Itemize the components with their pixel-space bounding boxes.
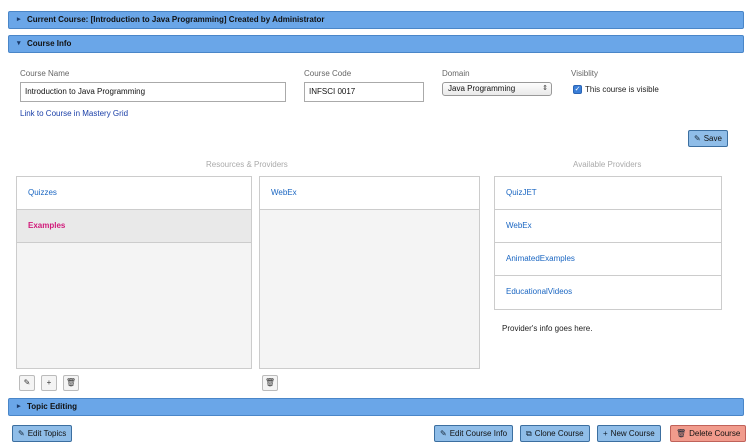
course-code-label: Course Code [304, 69, 352, 78]
new-course-button[interactable]: + New Course [597, 425, 661, 442]
visible-checkbox[interactable]: ✓ [573, 85, 582, 94]
resources-heading: Resources & Providers [206, 160, 288, 169]
edit-resource-button[interactable]: ✎ [19, 375, 35, 391]
edit-topics-label: Edit Topics [27, 429, 67, 438]
save-button[interactable]: ✎ Save [688, 130, 728, 147]
pencil-icon: ✎ [440, 429, 447, 438]
delete-course-button[interactable]: 🗑 Delete Course [670, 425, 747, 442]
pencil-icon: ✎ [18, 429, 25, 438]
add-resource-button[interactable]: + [41, 375, 57, 391]
domain-label: Domain [442, 69, 470, 78]
edit-course-info-button[interactable]: ✎ Edit Course Info [434, 425, 514, 442]
available-item-educationalvideos[interactable]: EducationalVideos [495, 276, 721, 309]
plus-icon: + [603, 429, 608, 438]
provider-info-text: Provider's info goes here. [502, 324, 593, 333]
collapsed-arrow-icon: ▸ [17, 16, 21, 23]
course-name-input[interactable]: Introduction to Java Programming [20, 82, 286, 102]
trash-icon: 🗑 [65, 378, 77, 387]
visible-checkbox-label: This course is visible [585, 85, 659, 94]
new-course-label: New Course [610, 429, 655, 438]
trash-icon: 🗑 [264, 378, 276, 387]
course-info-bar[interactable]: ▾ Course Info [8, 35, 744, 53]
domain-select-value: Java Programming [448, 84, 516, 93]
available-item-animatedexamples[interactable]: AnimatedExamples [495, 243, 721, 276]
topic-editing-title: Topic Editing [27, 402, 78, 411]
domain-select[interactable]: Java Programming ⇕ [442, 82, 552, 96]
expanded-arrow-icon: ▾ [17, 40, 21, 47]
topic-editing-bar[interactable]: ▸ Topic Editing [8, 398, 744, 416]
select-arrows-icon: ⇕ [542, 85, 548, 92]
providers-panel: WebEx [259, 176, 480, 369]
delete-provider-button[interactable]: 🗑 [262, 375, 278, 391]
edit-course-info-label: Edit Course Info [449, 429, 508, 438]
current-course-title: Current Course: [Introduction to Java Pr… [27, 15, 325, 24]
pencil-icon: ✎ [23, 378, 31, 387]
pencil-icon: ✎ [694, 134, 701, 143]
plus-icon: + [46, 378, 52, 387]
resources-panel: Quizzes Examples [16, 176, 252, 369]
course-name-label: Course Name [20, 69, 70, 78]
visibility-label: Visiblity [571, 69, 598, 78]
available-providers-heading: Available Providers [573, 160, 642, 169]
course-info-title: Course Info [27, 39, 72, 48]
collapsed-arrow-icon: ▸ [17, 403, 21, 410]
edit-topics-button[interactable]: ✎ Edit Topics [12, 425, 73, 442]
delete-course-label: Delete Course [689, 429, 741, 438]
clone-course-button[interactable]: ⧉ Clone Course [520, 425, 590, 442]
delete-resource-button[interactable]: 🗑 [63, 375, 79, 391]
trash-icon: 🗑 [676, 429, 687, 438]
current-course-bar[interactable]: ▸ Current Course: [Introduction to Java … [8, 11, 744, 29]
save-label: Save [703, 134, 722, 143]
resource-item-examples[interactable]: Examples [17, 210, 251, 243]
available-providers-panel: QuizJET WebEx AnimatedExamples Education… [494, 176, 722, 310]
provider-item-webex[interactable]: WebEx [260, 177, 479, 210]
copy-icon: ⧉ [526, 429, 532, 438]
mastery-grid-link[interactable]: Link to Course in Mastery Grid [20, 109, 128, 118]
course-code-input[interactable]: INFSCI 0017 [304, 82, 424, 102]
available-item-quizjet[interactable]: QuizJET [495, 177, 721, 210]
clone-course-label: Clone Course [534, 429, 584, 438]
resource-item-quizzes[interactable]: Quizzes [17, 177, 251, 210]
available-item-webex[interactable]: WebEx [495, 210, 721, 243]
